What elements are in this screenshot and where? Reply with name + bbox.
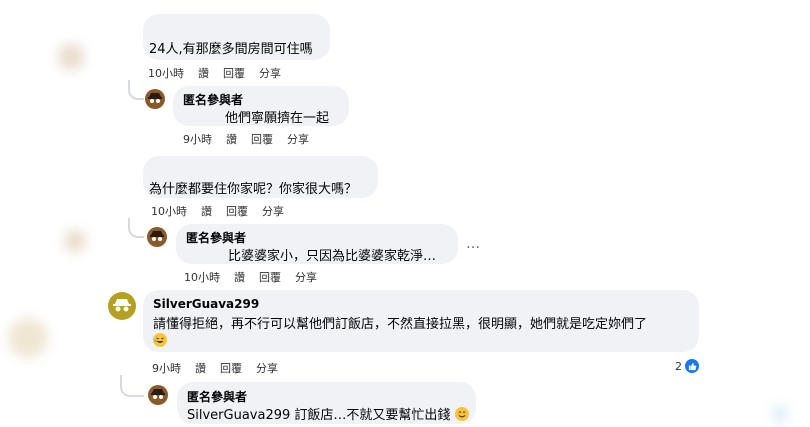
reply-button[interactable]: 回覆 [259,269,281,285]
thumbs-up-icon [685,359,699,373]
anonymous-avatar[interactable] [146,226,168,248]
share-button[interactable]: 分享 [256,360,278,376]
commenter-name[interactable]: 匿名參與者 [183,91,243,108]
comment-time[interactable]: 10小時 [184,269,220,285]
share-button[interactable]: 分享 [259,65,281,81]
laughing-emoji-icon [153,333,167,347]
comment-text: 24人,有那麼多間房間可住嗎 [149,42,313,57]
reaction-count[interactable]: 2 [675,359,699,373]
reply-bubble: 匿名參與者 比婆婆家小，只因為比婆婆家乾淨… [176,224,458,264]
comment-actions: 10小時 讚 回覆 分享 [148,65,281,81]
comment-actions: 10小時 讚 回覆 分享 [151,203,284,219]
like-button[interactable]: 讚 [226,131,237,147]
like-button[interactable]: 讚 [198,65,209,81]
comment-actions: 10小時 讚 回覆 分享 [184,269,317,285]
reply-button[interactable]: 回覆 [226,203,248,219]
more-options-icon[interactable]: … [466,236,481,252]
comment-time[interactable]: 9小時 [183,131,212,147]
reply-button[interactable]: 回覆 [223,65,245,81]
silverguava-avatar[interactable] [108,292,136,320]
comment-bubble: SilverGuava299 請懂得拒絕，再不行可以幫他們訂飯店，不然直接拉黑，… [143,290,699,352]
commenter-name[interactable]: 匿名參與者 [187,388,247,405]
anonymous-avatar[interactable] [147,384,169,406]
reply-button[interactable]: 回覆 [220,360,242,376]
comment-actions: 9小時 讚 回覆 分享 [183,131,309,147]
like-count-number: 2 [675,359,682,373]
share-button[interactable]: 分享 [287,131,309,147]
blurred-background-avatar [58,44,84,70]
blurred-background-avatar [64,230,86,252]
comment-time[interactable]: 10小時 [148,65,184,81]
anonymous-spy-icon [109,293,135,319]
reply-text: SilverGuava299 訂飯店…不就又要幫忙出錢 [187,408,451,423]
like-button[interactable]: 讚 [234,269,245,285]
reply-button[interactable]: 回覆 [251,131,273,147]
anonymous-spy-icon [145,89,165,109]
like-button[interactable]: 讚 [195,360,206,376]
comment-time[interactable]: 10小時 [151,203,187,219]
anonymous-avatar[interactable] [144,88,166,110]
commenter-name[interactable]: SilverGuava299 [153,297,259,311]
comment-text: 為什麼都要住你家呢？你家很大嗎？ [149,182,358,197]
blurred-background-avatar [8,318,48,358]
anonymous-spy-icon [148,385,168,405]
like-button[interactable]: 讚 [201,203,212,219]
thread-connector [128,80,144,100]
reply-bubble: 匿名參與者 他們寧願擠在一起 [173,86,349,126]
comment-bubble: 24人,有那麼多間房間可住嗎 [143,14,330,60]
comment-text: 請懂得拒絕，再不行可以幫他們訂飯店，不然直接拉黑，很明顯，她們就是吃定妳們了 [153,317,648,332]
comment-text: SilverGuava299 訂飯店…不就又要幫忙出錢 [187,404,469,423]
thread-connector [128,218,144,238]
comment-time[interactable]: 9小時 [152,360,181,376]
reply-bubble: 匿名參與者 SilverGuava299 訂飯店…不就又要幫忙出錢 [177,382,476,424]
share-button[interactable]: 分享 [295,269,317,285]
blurred-background-avatar [772,406,788,422]
commenter-name[interactable]: 匿名參與者 [186,229,246,246]
anonymous-spy-icon [147,227,167,247]
comment-bubble: 為什麼都要住你家呢？你家很大嗎？ [143,156,378,198]
smiling-emoji-icon [454,407,469,421]
comment-text: 他們寧願擠在一起 [225,111,330,126]
comment-actions: 9小時 讚 回覆 分享 [152,360,278,376]
comment-text: 比婆婆家小，只因為比婆婆家乾淨… [228,249,437,264]
share-button[interactable]: 分享 [262,203,284,219]
thread-connector [120,375,144,397]
